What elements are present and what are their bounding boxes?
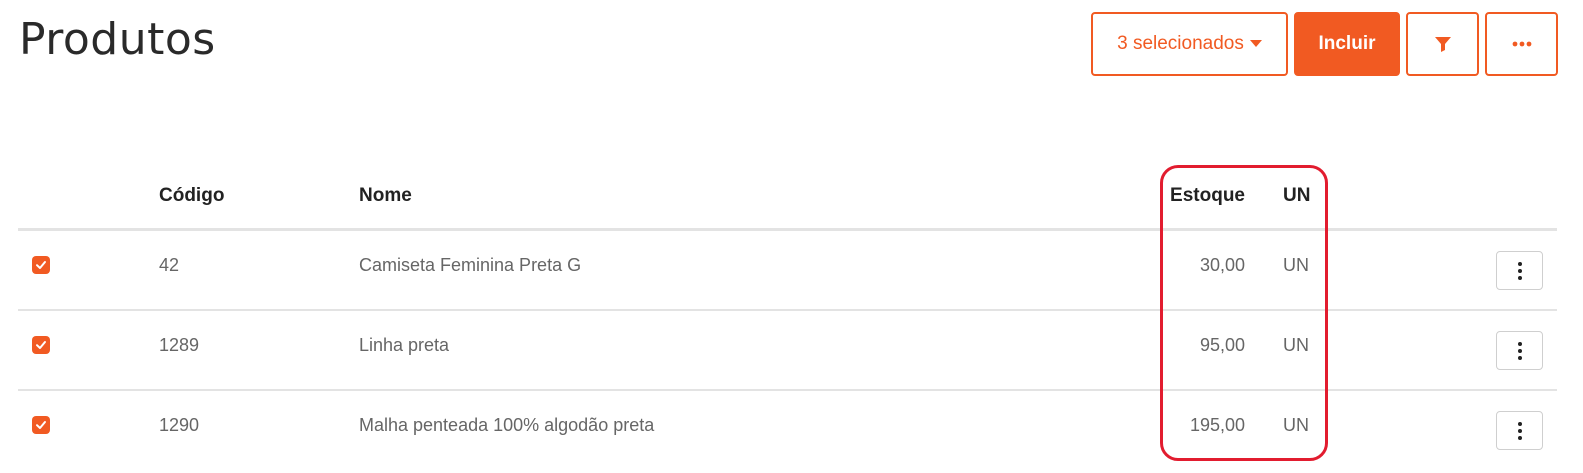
header-name[interactable]: Nome: [359, 185, 412, 207]
cell-code: 1289: [159, 335, 200, 355]
row-checkbox[interactable]: [32, 336, 50, 354]
row-checkbox[interactable]: [32, 256, 50, 274]
cell-unit: UN: [1283, 335, 1309, 355]
include-button[interactable]: Incluir: [1294, 12, 1400, 76]
filter-icon: [1434, 37, 1451, 52]
row-actions-button[interactable]: [1496, 251, 1543, 290]
table-row[interactable]: 42 Camiseta Feminina Preta G 30,00 UN: [18, 231, 1557, 311]
header-unit[interactable]: UN: [1283, 185, 1310, 207]
cell-unit: UN: [1283, 415, 1309, 435]
cell-name: Camiseta Feminina Preta G: [359, 255, 582, 275]
cell-unit: UN: [1283, 255, 1309, 275]
cell-name: Malha penteada 100% algodão preta: [359, 415, 655, 435]
selection-label: 3 selecionados: [1117, 33, 1244, 54]
table-header: Código Nome Estoque UN: [18, 165, 1557, 231]
cell-code: 42: [159, 255, 180, 275]
cell-stock: 95,00: [1199, 335, 1245, 355]
cell-stock: 30,00: [1199, 255, 1245, 275]
check-icon: [36, 341, 46, 349]
cell-name: Linha preta: [359, 335, 450, 355]
row-checkbox[interactable]: [32, 416, 50, 434]
filter-button[interactable]: [1406, 12, 1479, 76]
selection-dropdown-button[interactable]: 3 selecionados: [1091, 12, 1288, 76]
cell-code: 1290: [159, 415, 200, 435]
table-row[interactable]: 1290 Malha penteada 100% algodão preta 1…: [18, 391, 1557, 471]
row-actions-button[interactable]: [1496, 411, 1543, 450]
header-code[interactable]: Código: [159, 185, 224, 207]
check-icon: [36, 421, 46, 429]
header-stock[interactable]: Estoque: [1168, 185, 1245, 207]
check-icon: [36, 261, 46, 269]
more-options-button[interactable]: [1485, 12, 1558, 76]
ellipsis-icon: [1512, 41, 1531, 47]
toolbar: 3 selecionados Incluir: [1091, 12, 1558, 76]
caret-down-icon: [1249, 39, 1262, 47]
products-table: Código Nome Estoque UN 42 Camiseta Femin…: [18, 165, 1557, 471]
row-actions-button[interactable]: [1496, 331, 1543, 370]
table-row[interactable]: 1289 Linha preta 95,00 UN: [18, 311, 1557, 391]
page-title: Produtos: [19, 14, 216, 65]
cell-stock: 195,00: [1189, 415, 1245, 435]
